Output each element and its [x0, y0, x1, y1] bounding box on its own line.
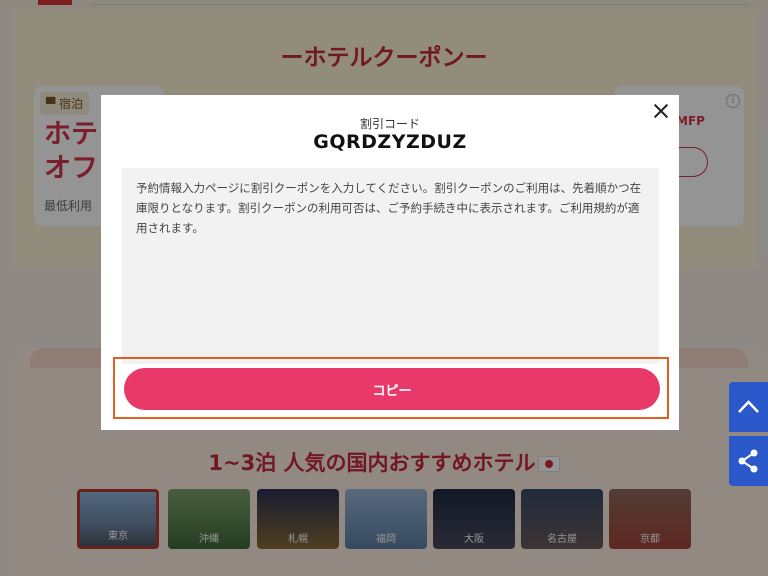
discount-code-value[interactable]: GQRDZYZDUZ — [101, 131, 679, 153]
scroll-top-button[interactable] — [729, 382, 768, 432]
copy-button[interactable]: コピー — [124, 368, 660, 410]
chevron-up-icon — [738, 400, 759, 413]
share-icon — [738, 449, 758, 473]
coupon-code-modal: 割引コード GQRDZYZDUZ 予約情報入力ページに割引クーポンを入力してくだ… — [101, 95, 679, 430]
share-button[interactable] — [729, 436, 768, 486]
discount-code-label: 割引コード — [359, 117, 420, 131]
copy-button-highlight: コピー — [113, 357, 669, 419]
terms-text: 予約情報入力ページに割引クーポンを入力してください。割引クーポンのご利用は、先着… — [122, 168, 659, 364]
